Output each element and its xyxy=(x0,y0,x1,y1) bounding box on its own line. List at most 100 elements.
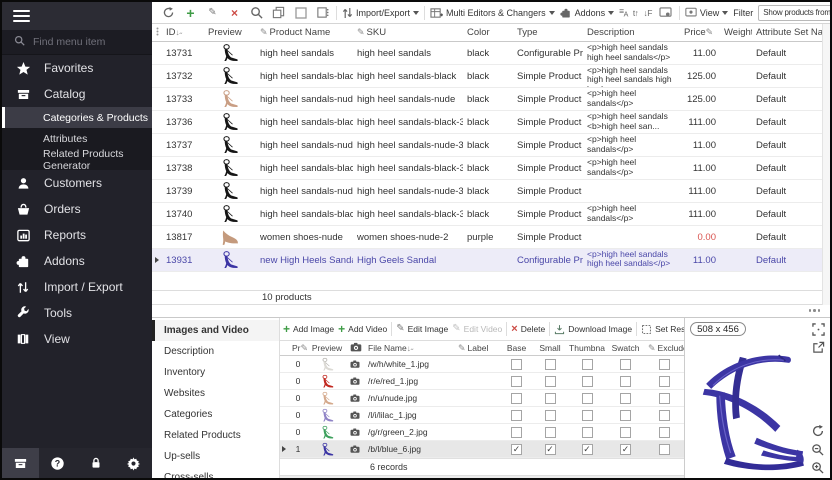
tab-images-and-video[interactable]: Images and Video xyxy=(152,320,279,341)
zoom-out-icon[interactable] xyxy=(810,442,825,457)
sidebar-item-addons[interactable]: Addons xyxy=(2,248,152,274)
sidebar-item-categories-products[interactable]: Categories & Products xyxy=(2,107,152,128)
column-header-description[interactable]: Description xyxy=(583,27,680,38)
image-size-input[interactable] xyxy=(690,322,746,336)
multi-editors-menu[interactable]: Multi Editors & Changers xyxy=(430,7,555,19)
thumbnail-checkbox[interactable] xyxy=(582,427,593,438)
table-row[interactable]: 13817women shoes-nudewomen shoes-nude-2p… xyxy=(152,226,822,249)
image-column-header-thumbna[interactable]: Thumbna xyxy=(567,343,607,353)
column-header-id[interactable]: ID↓˶ xyxy=(162,27,204,38)
image-row[interactable]: 0/g/r/green_2.jpg xyxy=(280,424,684,441)
sidebar-item-reports[interactable]: Reports xyxy=(2,222,152,248)
sort-ascending-icon[interactable]: t↑ xyxy=(633,8,639,18)
delete-image-button[interactable]: ×Delete xyxy=(511,324,545,335)
table-row[interactable]: 13732high heel sandals-blackhigh heel sa… xyxy=(152,65,822,88)
sidebar-item-customers[interactable]: Customers xyxy=(2,170,152,196)
base-checkbox[interactable] xyxy=(511,427,522,438)
tab-description[interactable]: Description xyxy=(152,341,279,362)
small-checkbox[interactable] xyxy=(545,427,556,438)
table-row[interactable]: 13931new High Heels SandalsHigh Geels Sa… xyxy=(152,249,822,272)
image-row[interactable]: 0/r/e/red_1.jpg xyxy=(280,373,684,390)
fullscreen-icon[interactable] xyxy=(811,322,826,337)
base-checkbox[interactable] xyxy=(511,376,522,387)
menu-search-input[interactable]: Find menu item xyxy=(2,30,152,55)
image-column-header-label[interactable]: ✎Label xyxy=(454,343,500,354)
small-checkbox[interactable] xyxy=(545,376,556,387)
search-products-button[interactable] xyxy=(248,5,265,21)
small-checkbox[interactable] xyxy=(545,410,556,421)
swatch-checkbox[interactable] xyxy=(620,410,631,421)
column-header-sku[interactable]: ✎SKU xyxy=(353,27,463,38)
zoom-in-icon[interactable] xyxy=(810,460,825,475)
open-external-icon[interactable] xyxy=(811,340,826,355)
column-header-preview[interactable]: Preview xyxy=(204,27,256,38)
sidebar-item-attributes[interactable]: Attributes xyxy=(2,128,152,149)
table-row[interactable]: 13733high heel sandals-nudehigh heel san… xyxy=(152,88,822,111)
table-row[interactable]: 13740high heel sandals-black-38high heel… xyxy=(152,203,822,226)
thumbnail-checkbox[interactable]: ✓ xyxy=(582,444,593,455)
column-header-color[interactable]: Color xyxy=(463,27,513,38)
thumbnail-checkbox[interactable] xyxy=(582,410,593,421)
sidebar-item-view[interactable]: View xyxy=(2,326,152,352)
column-header[interactable] xyxy=(152,27,162,39)
image-row[interactable]: 0/n/u/nude.jpg xyxy=(280,390,684,407)
column-header-product-name[interactable]: ✎Product Name xyxy=(256,27,353,38)
tab-up-sells[interactable]: Up-sells xyxy=(152,446,279,467)
column-header-type[interactable]: Type xyxy=(513,27,583,38)
paste-special-button[interactable] xyxy=(314,5,331,21)
base-checkbox[interactable] xyxy=(511,393,522,404)
image-column-header-swatch[interactable]: Swatch xyxy=(607,343,644,353)
add-video-button[interactable]: +Add Video xyxy=(338,323,387,335)
table-row[interactable]: 13731high heel sandalshigh heel sandalsb… xyxy=(152,42,822,65)
base-checkbox[interactable]: ✓ xyxy=(511,444,522,455)
table-row[interactable]: 13739high heel sandals-nude-37high heel … xyxy=(152,180,822,203)
thumbnail-checkbox[interactable] xyxy=(582,359,593,370)
copy-button[interactable] xyxy=(270,5,287,21)
rotate-icon[interactable] xyxy=(810,423,825,438)
column-header-attribute-set-name[interactable]: Attribute Set Name xyxy=(752,27,822,38)
lock-button[interactable] xyxy=(77,456,115,470)
swatch-checkbox[interactable]: ✓ xyxy=(620,444,631,455)
small-checkbox[interactable]: ✓ xyxy=(545,444,556,455)
import-export-menu[interactable]: Import/Export xyxy=(342,7,419,19)
small-checkbox[interactable] xyxy=(545,393,556,404)
exclude-checkbox[interactable] xyxy=(659,427,670,438)
image-row[interactable]: 0/w/h/white_1.jpg xyxy=(280,356,684,373)
exclude-checkbox[interactable] xyxy=(659,376,670,387)
swatch-checkbox[interactable] xyxy=(620,376,631,387)
swatch-checkbox[interactable] xyxy=(620,393,631,404)
table-row[interactable]: 13738high heel sandals-black-37high heel… xyxy=(152,157,822,180)
base-checkbox[interactable] xyxy=(511,359,522,370)
sort-descending-icon[interactable]: ↓F xyxy=(643,8,651,18)
tab-cross-sells[interactable]: Cross-sells xyxy=(152,467,279,480)
add-image-button[interactable]: +Add Image xyxy=(283,323,334,335)
settings-gear-button[interactable] xyxy=(114,456,152,471)
base-checkbox[interactable] xyxy=(511,410,522,421)
tab-categories[interactable]: Categories xyxy=(152,404,279,425)
column-header-weight[interactable]: Weight xyxy=(720,27,752,38)
image-column-header-pr[interactable]: Pr✎ xyxy=(288,343,308,354)
image-column-header-exclude[interactable]: ✎Exclude xyxy=(644,343,684,354)
image-column-header[interactable] xyxy=(346,342,364,354)
select-checkbox-button[interactable] xyxy=(292,5,309,21)
help-button[interactable]: ? xyxy=(39,456,77,471)
preview-pane-icon[interactable] xyxy=(657,5,674,21)
tab-websites[interactable]: Websites xyxy=(152,383,279,404)
category-filter-select[interactable]: Show products from selected categories xyxy=(758,5,830,21)
exclude-checkbox[interactable] xyxy=(659,444,670,455)
sidebar-item-related-products-generator[interactable]: Related Products Generator xyxy=(2,149,152,170)
table-row[interactable]: 13736high heel sandals-black-36high heel… xyxy=(152,111,822,134)
refresh-button[interactable] xyxy=(160,5,177,21)
swatch-checkbox[interactable] xyxy=(620,359,631,370)
thumbnail-checkbox[interactable] xyxy=(582,393,593,404)
sidebar-item-import-export[interactable]: Import / Export xyxy=(2,274,152,300)
thumbnail-checkbox[interactable] xyxy=(582,376,593,387)
vertical-scrollbar[interactable] xyxy=(822,24,830,305)
autofill-text-icon[interactable]: ≡A xyxy=(619,6,628,19)
edit-product-button[interactable]: ✎ xyxy=(204,5,221,21)
set-resize-rule-button[interactable]: Set Resize Rule xyxy=(641,324,684,335)
exclude-checkbox[interactable] xyxy=(659,410,670,421)
small-checkbox[interactable] xyxy=(545,359,556,370)
sidebar-item-catalog[interactable]: Catalog xyxy=(2,81,152,107)
image-column-header-base[interactable]: Base xyxy=(500,343,533,353)
